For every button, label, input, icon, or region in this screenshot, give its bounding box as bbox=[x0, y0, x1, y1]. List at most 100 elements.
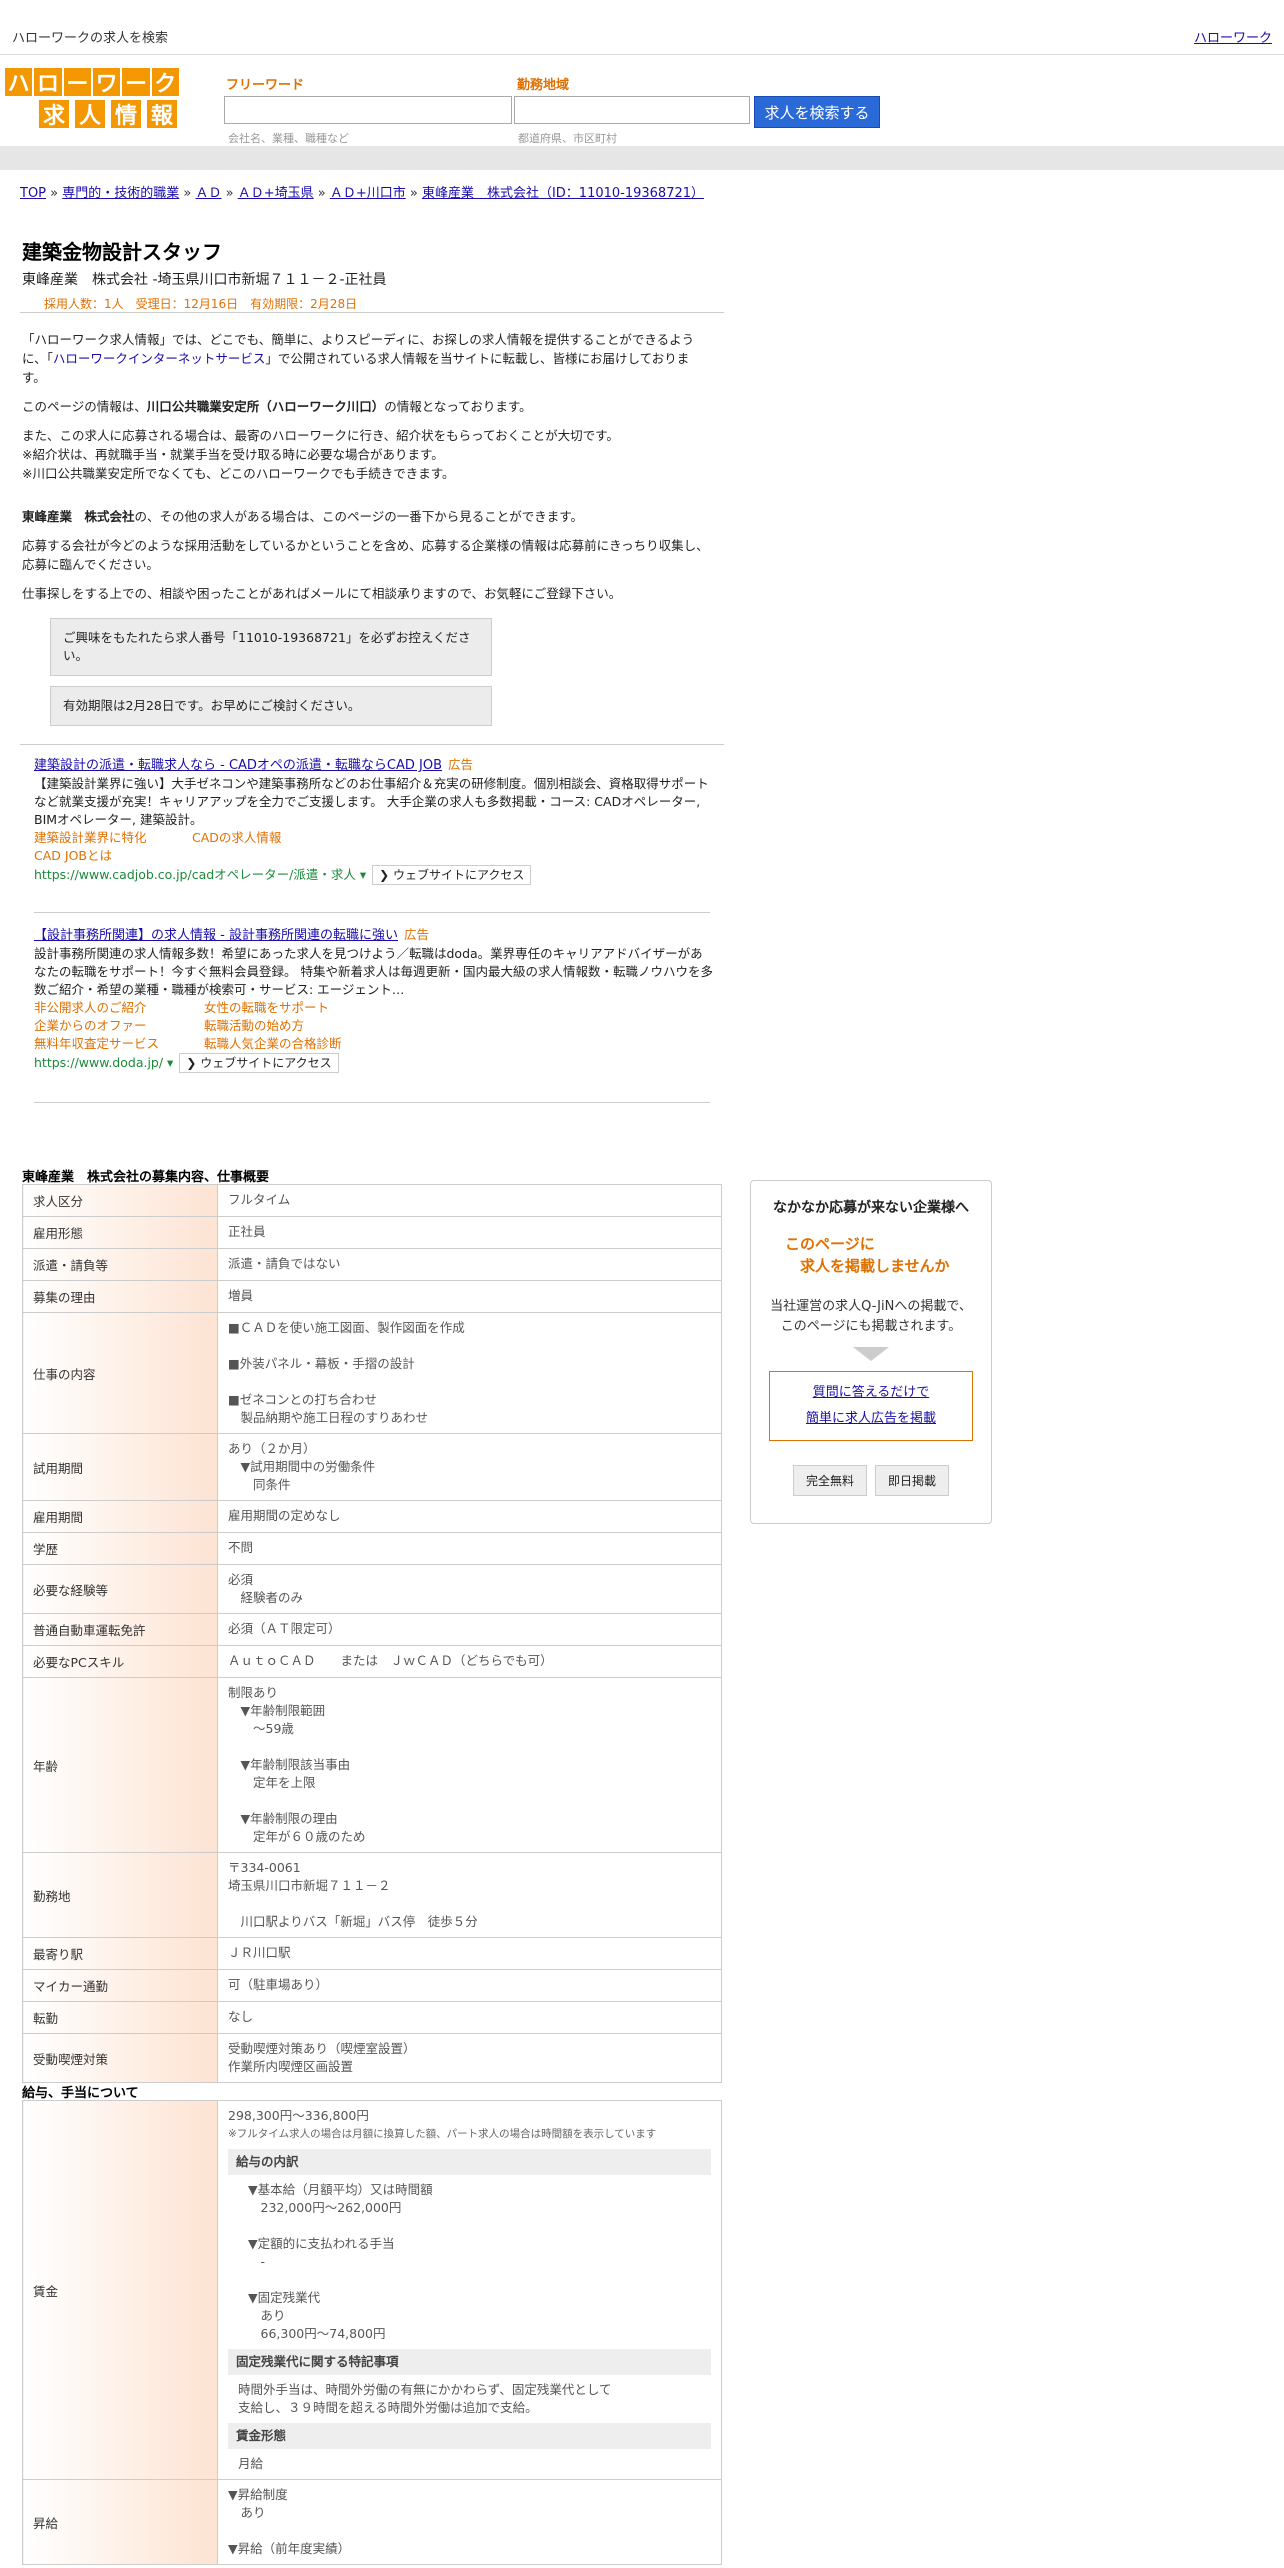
recruit-row: 転勤 なし bbox=[22, 2001, 722, 2034]
breadcrumb-link[interactable]: TOP bbox=[20, 186, 46, 201]
ad-link[interactable]: 転職活動の始め方 bbox=[204, 1018, 304, 1033]
intro-p2a: このページの情報は、 bbox=[22, 399, 147, 414]
crumb-separator: » bbox=[405, 186, 422, 201]
text-line: 66,300円〜74,800円 bbox=[248, 2326, 386, 2341]
text-line: ▼昇給制度 bbox=[228, 2487, 288, 2502]
promo-offer: このページに 求人を掲載しませんか bbox=[751, 1233, 991, 1277]
ad-link[interactable]: 転職人気企業の合格診断 bbox=[204, 1036, 342, 1051]
visit-website-button[interactable]: ❯ ウェブサイトにアクセス bbox=[179, 1053, 339, 1073]
breadcrumb-link[interactable]: 専門的・技術的職業 bbox=[62, 186, 179, 201]
row-value-line: ■ゼネコンとの打ち合わせ bbox=[228, 1392, 377, 1407]
logo-char: ク bbox=[151, 68, 179, 97]
breadcrumb-link[interactable]: ＡＤ+埼玉県 bbox=[238, 186, 314, 201]
ad-link[interactable]: CAD JOBとは bbox=[34, 848, 112, 863]
text-line: 時間外手当は、時間外労働の有無にかかわらず、固定残業代として bbox=[238, 2382, 612, 2397]
wage-key: 賃金 bbox=[22, 2100, 218, 2480]
hw-internet-link[interactable]: ハローワークインターネットサービス bbox=[53, 351, 266, 366]
row-key: 学歴 bbox=[22, 1532, 218, 1565]
intro-p2b: 川口公共職業安定所（ハローワーク川口） bbox=[146, 399, 385, 414]
row-value-line: 川口駅よりバス「新堀」バス停 徒歩５分 bbox=[228, 1914, 478, 1929]
freeword-input[interactable] bbox=[224, 96, 512, 124]
hellowork-link[interactable]: ハローワーク bbox=[1194, 27, 1272, 46]
recruit-row: マイカー通勤 可（駐車場あり） bbox=[22, 1969, 722, 2002]
freeword-hint: 会社名、業種、職種など bbox=[228, 132, 349, 145]
intro-p5: 応募する会社が今どのような採用活動をしているかということを含め、応募する企業様の… bbox=[22, 538, 709, 572]
raise-key: 昇給 bbox=[22, 2479, 218, 2565]
row-value-line bbox=[228, 1337, 711, 1355]
wage-range: 298,300円〜336,800円 bbox=[228, 2108, 369, 2123]
breadcrumb-link[interactable]: ＡＤ+川口市 bbox=[330, 186, 406, 201]
row-value: 受動喫煙対策あり（喫煙室設置） 作業所内喫煙区画設置 bbox=[217, 2033, 722, 2083]
row-key: 求人区分 bbox=[22, 1184, 218, 1217]
ad-links: 建築設計業界に特化 CADの求人情報 CAD JOBとは bbox=[34, 829, 714, 865]
ad-tag: 広告 bbox=[403, 927, 429, 942]
free-button[interactable]: 完全無料 bbox=[792, 1465, 867, 1496]
row-key: 雇用期間 bbox=[22, 1500, 218, 1533]
row-value: 正社員 bbox=[217, 1216, 722, 1249]
row-value: 雇用期間の定めなし bbox=[217, 1500, 722, 1533]
visit-website-button[interactable]: ❯ ウェブサイトにアクセス bbox=[372, 865, 532, 885]
row-value-line: 埼玉県川口市新堀７１１－２ bbox=[228, 1878, 391, 1893]
deadline-note: 有効期限は2月28日です。お早めにご検討ください。 bbox=[50, 686, 492, 726]
ad-link[interactable]: 非公開求人のご紹介 bbox=[34, 999, 204, 1017]
breadcrumb: TOP » 専門的・技術的職業 » ＡＤ » ＡＤ+埼玉県 » ＡＤ+川口市 »… bbox=[20, 182, 704, 201]
row-value-line: 派遣・請負ではない bbox=[228, 1256, 341, 1271]
recruit-row: 年齢 制限あり ▼年齢制限範囲 〜59歳 ▼年齢制限該当事由 定年を上限 ▼年齢制… bbox=[22, 1677, 722, 1853]
row-value-line: 同条件 bbox=[228, 1477, 291, 1492]
ad-link[interactable]: 建築設計業界に特化 bbox=[34, 829, 192, 847]
promo-links: 質問に答えるだけで 簡単に求人広告を掲載 bbox=[769, 1371, 973, 1441]
intro-p2c: の情報となっております。 bbox=[384, 399, 532, 414]
search-button[interactable]: 求人を検索する bbox=[754, 96, 880, 128]
promo-link-post-ad[interactable]: 簡単に求人広告を掲載 bbox=[806, 1411, 936, 1426]
recruit-row: 勤務地 〒334-0061 埼玉県川口市新堀７１１－２ 川口駅よりバス「新堀」バス停… bbox=[22, 1852, 722, 1938]
row-key: 雇用形態 bbox=[22, 1216, 218, 1249]
breadcrumb-link[interactable]: ＡＤ bbox=[195, 186, 221, 201]
row-key: マイカー通勤 bbox=[22, 1969, 218, 2002]
ad-link[interactable]: 企業からのオファー bbox=[34, 1017, 204, 1035]
row-value: 必須（ＡＴ限定可） bbox=[217, 1613, 722, 1646]
site-logo[interactable]: ハローワーク 求人情報 bbox=[4, 67, 180, 131]
recruit-row: 派遣・請負等 派遣・請負ではない bbox=[22, 1248, 722, 1281]
recruit-table: 求人区分 フルタイム 雇用形態 正社員 派遣・請負等 派遣・請負ではない 募集の理由 増員 仕事… bbox=[22, 1184, 722, 2083]
side-promo: なかなか応募が来ない企業様へ このページに 求人を掲載しませんか 当社運営の求人… bbox=[750, 1180, 992, 1524]
ad-url[interactable]: https://www.doda.jp/ bbox=[34, 1055, 163, 1070]
logo-char: 情 bbox=[109, 98, 143, 130]
row-value-line: ▼年齢制限範囲 bbox=[228, 1703, 326, 1718]
text-line: 232,000円〜262,000円 bbox=[248, 2200, 402, 2215]
row-value-line: 作業所内喫煙区画設置 bbox=[228, 2059, 354, 2074]
logo-char: ー bbox=[122, 68, 150, 97]
recruit-row: 募集の理由 増員 bbox=[22, 1280, 722, 1313]
job-subtitle: 東峰産業 株式会社 -埼玉県川口市新堀７１１－２-正社員 bbox=[22, 272, 387, 288]
promo-desc: 当社運営の求人Q-JiNへの掲載で、 このページにも掲載されます。 bbox=[751, 1297, 991, 1337]
wage-form: 月給 bbox=[238, 2456, 264, 2471]
row-value-line: フルタイム bbox=[228, 1192, 291, 1207]
ad-title[interactable]: 建築設計の派遣・転職求人なら - CADオペの派遣・転職ならCAD JOB bbox=[34, 758, 442, 773]
row-value-line: ＡｕｔｏＣＡＤ または ＪｗＣＡＤ（どちらでも可） bbox=[228, 1653, 553, 1668]
logo-char: ハ bbox=[5, 68, 33, 97]
ad-url[interactable]: https://www.cadjob.co.jp/cadオペレーター/派遣・求人 bbox=[34, 867, 356, 882]
logo-char: 求 bbox=[37, 98, 71, 130]
row-value-line: 雇用期間の定めなし bbox=[228, 1508, 341, 1523]
crumb-separator: » bbox=[221, 186, 238, 201]
row-key: 勤務地 bbox=[22, 1852, 218, 1938]
area-input[interactable] bbox=[514, 96, 750, 124]
row-value-line: ▼年齢制限の理由 bbox=[228, 1811, 338, 1826]
row-key: 普通自動車運転免許 bbox=[22, 1613, 218, 1646]
promo-link-questions[interactable]: 質問に答えるだけで bbox=[813, 1385, 930, 1400]
row-value-line bbox=[228, 1738, 711, 1756]
recruit-row: 仕事の内容 ■ＣＡＤを使い施工図面、製作図面を作成 ■外装パネル・幕板・手摺の設計 ■… bbox=[22, 1312, 722, 1434]
row-value-line: なし bbox=[228, 2009, 254, 2024]
promo-desc-line: 当社運営の求人Q-JiNへの掲載で、 bbox=[770, 1299, 972, 1314]
ad-desc: 【建築設計業界に強い】大手ゼネコンや建築事務所などのお仕事紹介＆充実の研修制度。… bbox=[34, 776, 709, 827]
breadcrumb-link[interactable]: 東峰産業 株式会社（ID：11010-19368721） bbox=[422, 186, 704, 201]
down-arrow-icon bbox=[853, 1347, 889, 1361]
ad-link[interactable]: CADの求人情報 bbox=[192, 830, 281, 845]
intro-p3: また、この求人に応募される場合は、最寄のハローワークに行き、紹介状をもらっておく… bbox=[22, 428, 619, 443]
ad-link[interactable]: 無料年収査定サービス bbox=[34, 1035, 204, 1053]
ad-title[interactable]: 【設計事務所関連】の求人情報 - 設計事務所関連の転職に強い bbox=[34, 928, 398, 943]
logo-char: ー bbox=[63, 68, 91, 97]
ad-link[interactable]: 女性の転職をサポート bbox=[204, 1000, 329, 1015]
same-day-button[interactable]: 即日掲載 bbox=[875, 1465, 950, 1496]
intro-p4a: 東峰産業 株式会社 bbox=[22, 509, 135, 524]
row-key: 転勤 bbox=[22, 2001, 218, 2034]
